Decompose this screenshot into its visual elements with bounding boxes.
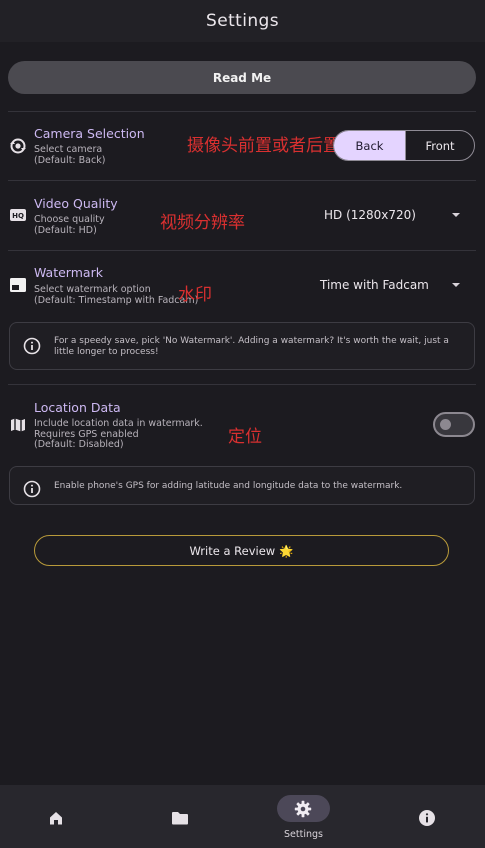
divider	[8, 111, 476, 112]
watermark-info-text: For a speedy save, pick 'No Watermark'. …	[54, 336, 449, 357]
nav-active-indicator	[277, 795, 330, 822]
info-icon	[23, 480, 41, 498]
location-data-title: Location Data	[34, 400, 121, 415]
chevron-down-icon	[452, 213, 460, 217]
camera-flip-icon	[8, 136, 28, 156]
video-quality-dropdown[interactable]: HD (1280x720)	[312, 200, 475, 230]
watermark-description: Select watermark option (Default: Timest…	[34, 284, 199, 306]
camera-annotation: 摄像头前置或者后置	[187, 136, 340, 156]
bottom-navigation: Settings	[0, 785, 485, 848]
video-quality-value: HD (1280x720)	[324, 208, 416, 222]
top-app-bar: Settings	[0, 0, 485, 42]
watermark-value: Time with Fadcam	[320, 278, 429, 292]
write-review-label: Write a Review	[189, 543, 276, 558]
camera-option-front[interactable]: Front	[405, 131, 474, 160]
watermark-icon	[8, 275, 28, 295]
location-info-card: Enable phone's GPS for adding latitude a…	[9, 466, 475, 505]
nav-settings[interactable]: Settings	[270, 785, 338, 848]
nav-settings-label: Settings	[284, 829, 323, 840]
page-title: Settings	[206, 11, 279, 31]
divider	[8, 250, 476, 251]
camera-selection-description: Select camera (Default: Back)	[34, 144, 106, 166]
video-quality-title: Video Quality	[34, 196, 118, 211]
chevron-down-icon	[452, 283, 460, 287]
video-quality-annotation: 视频分辨率	[160, 213, 245, 233]
location-data-toggle[interactable]	[433, 412, 475, 437]
home-icon	[50, 812, 62, 825]
folder-icon	[172, 812, 188, 825]
camera-option-back[interactable]: Back	[334, 131, 405, 160]
divider	[8, 180, 476, 181]
location-info-text: Enable phone's GPS for adding latitude a…	[54, 481, 403, 491]
gear-icon	[294, 800, 312, 818]
watermark-info-card: For a speedy save, pick 'No Watermark'. …	[9, 322, 475, 370]
nav-files[interactable]	[148, 785, 212, 848]
nav-about[interactable]	[395, 785, 459, 848]
info-icon	[419, 810, 435, 826]
nav-home[interactable]	[24, 785, 88, 848]
watermark-dropdown[interactable]: Time with Fadcam	[312, 270, 475, 300]
divider	[8, 384, 476, 385]
map-icon	[8, 415, 28, 435]
watermark-annotation: 水印	[178, 285, 212, 305]
toggle-knob	[440, 419, 451, 430]
camera-segmented-control: Back Front	[333, 130, 475, 161]
sparkle-icon: 🌟	[279, 543, 294, 558]
watermark-title: Watermark	[34, 265, 103, 280]
svg-text:HQ: HQ	[12, 212, 24, 220]
location-data-description: Include location data in watermark. Requ…	[34, 418, 203, 450]
write-review-button[interactable]: Write a Review 🌟	[34, 535, 449, 566]
camera-selection-title: Camera Selection	[34, 126, 145, 141]
read-me-button[interactable]: Read Me	[8, 61, 476, 94]
location-annotation: 定位	[228, 427, 262, 447]
video-quality-description: Choose quality (Default: HD)	[34, 214, 105, 236]
hq-icon: HQ	[8, 205, 28, 225]
info-icon	[23, 337, 41, 355]
